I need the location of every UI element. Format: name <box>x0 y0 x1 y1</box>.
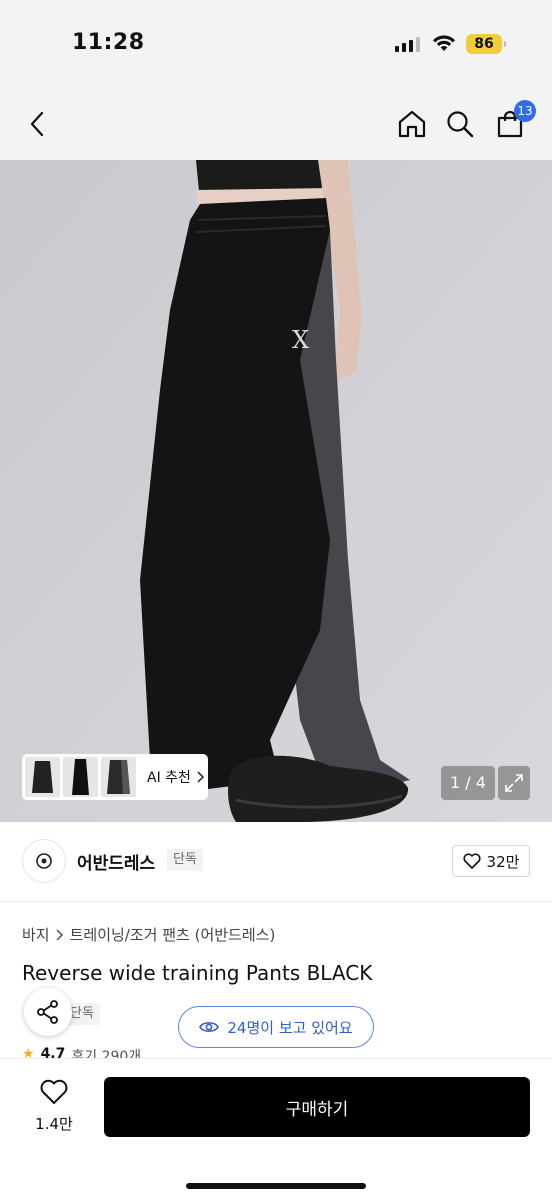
brand-emblem-icon <box>36 853 52 869</box>
brand-row[interactable]: 어반드레스 단독 32만 <box>0 822 552 902</box>
exclusive-badge: 단독 <box>167 849 203 871</box>
product-image-gallery[interactable]: X AI 추천 1 / 4 <box>0 160 552 822</box>
chevron-right-icon <box>197 771 205 783</box>
brand-like-button[interactable]: 32만 <box>452 845 530 877</box>
home-button[interactable] <box>390 102 434 146</box>
wifi-icon <box>433 35 455 51</box>
heart-icon <box>40 1079 68 1104</box>
expand-icon <box>505 774 523 792</box>
chevron-right-icon <box>56 928 63 941</box>
viewers-text: 24명이 보고 있어요 <box>227 1018 353 1037</box>
cart-count-badge: 13 <box>514 100 536 122</box>
product-photo: X <box>0 160 552 822</box>
ai-recommend-strip[interactable]: AI 추천 <box>22 754 208 800</box>
brand-like-count: 32만 <box>486 852 520 871</box>
eye-icon <box>199 1022 220 1032</box>
page-indicator: 1 / 4 <box>441 766 495 800</box>
wishlist-count: 1.4만 <box>35 1115 73 1133</box>
buy-button[interactable]: 구매하기 <box>104 1077 530 1137</box>
brand-logo[interactable] <box>22 839 66 883</box>
bottom-purchase-bar: 1.4만 구매하기 <box>0 1058 552 1200</box>
product-title: Reverse wide training Pants BLACK <box>22 961 373 985</box>
status-bar: 11:28 86 <box>0 0 552 88</box>
ai-recommend-button[interactable]: AI 추천 <box>147 767 205 787</box>
breadcrumb-item[interactable]: 트레이닝/조거 팬츠 (어반드레스) <box>70 924 276 945</box>
brand-name[interactable]: 어반드레스 <box>77 849 155 874</box>
pants-logo: X <box>292 326 309 354</box>
nav-bar: 13 <box>0 88 552 160</box>
battery-indicator: 86 <box>466 34 506 54</box>
recommend-thumbnail[interactable] <box>63 757 98 797</box>
ai-recommend-label: AI 추천 <box>147 770 191 786</box>
wishlist-button[interactable]: 1.4만 <box>24 1079 84 1134</box>
search-button[interactable] <box>438 102 482 146</box>
share-button[interactable] <box>24 988 72 1036</box>
status-time: 11:28 <box>72 30 145 55</box>
viewers-count-pill: 24명이 보고 있어요 <box>178 1006 374 1048</box>
breadcrumb-item[interactable]: 바지 <box>22 924 50 945</box>
signal-icon <box>395 37 420 52</box>
search-icon <box>447 111 474 138</box>
back-icon <box>30 111 44 137</box>
recommend-thumbnail[interactable] <box>101 757 136 797</box>
home-indicator <box>186 1183 366 1189</box>
back-button[interactable] <box>16 102 60 146</box>
home-icon <box>398 110 426 138</box>
share-icon <box>37 1000 58 1024</box>
heart-icon <box>463 853 481 869</box>
expand-button[interactable] <box>498 766 530 800</box>
cart-button[interactable]: 13 <box>488 100 536 146</box>
recommend-thumbnail[interactable] <box>25 757 60 797</box>
breadcrumb: 바지 트레이닝/조거 팬츠 (어반드레스) <box>22 924 275 945</box>
